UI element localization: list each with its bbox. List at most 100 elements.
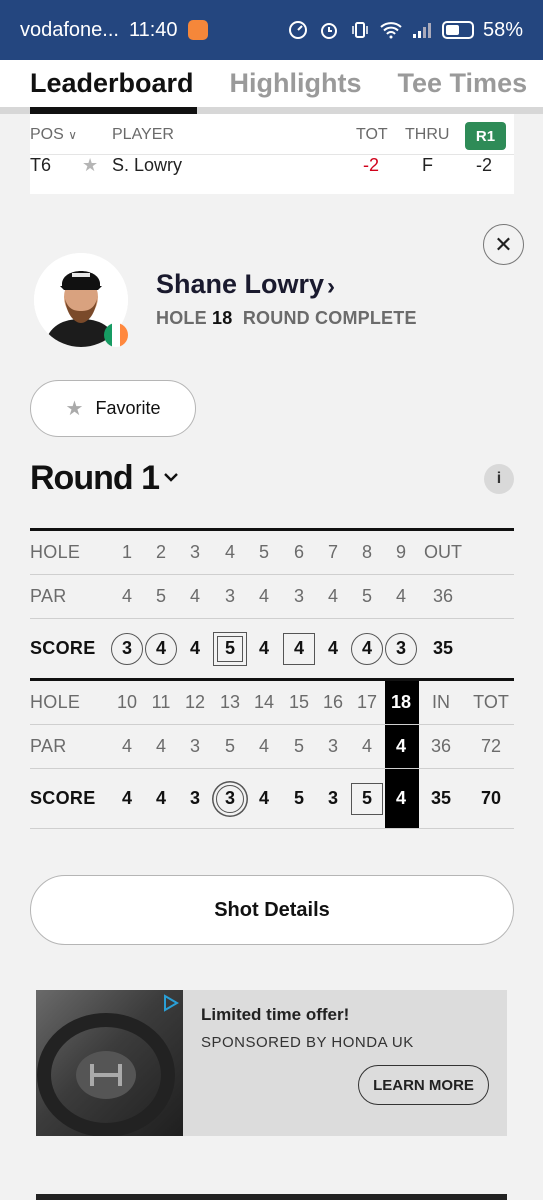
hole-number: 18 xyxy=(212,308,233,328)
status-bar: vodafone... 11:40 58% xyxy=(0,0,543,60)
position: T6 xyxy=(30,155,52,175)
hole-number: 9 xyxy=(395,542,406,562)
hole-number: 17 xyxy=(356,692,378,712)
bogey-score: 4 xyxy=(283,632,315,665)
shot-details-button[interactable]: Shot Details xyxy=(30,875,514,945)
score-label: SCORE xyxy=(30,788,96,808)
par-score: 4 xyxy=(258,788,269,808)
tab-bar: Leaderboard Highlights Tee Times xyxy=(0,60,543,114)
close-icon: ✕ xyxy=(494,231,513,257)
out-label: OUT xyxy=(424,542,462,562)
thru-value: F xyxy=(422,155,433,175)
signal-icon xyxy=(411,19,433,41)
ad-banner[interactable]: Limited time offer! SPONSORED BY HONDA U… xyxy=(36,990,507,1136)
tab-tee-times[interactable]: Tee Times xyxy=(398,60,528,114)
current-hole-number: 18 xyxy=(390,692,412,712)
info-icon[interactable]: i xyxy=(484,464,514,494)
tot-label: TOT xyxy=(473,692,509,712)
par-score: 4 xyxy=(395,788,406,808)
in-label: IN xyxy=(432,692,450,712)
hole-number: 2 xyxy=(155,542,166,562)
score-in-total: 35 xyxy=(430,788,452,808)
favorite-label: Favorite xyxy=(95,398,161,418)
par-value: 4 xyxy=(155,736,166,756)
par-value: 4 xyxy=(258,736,269,756)
table-row[interactable]: T6 ★ S. Lowry -2 F -2 xyxy=(30,154,514,194)
par-row: PAR 4 5 4 3 4 3 4 5 4 36 xyxy=(30,575,514,619)
hole-label: HOLE xyxy=(156,308,207,328)
par-value: 5 xyxy=(361,586,372,606)
par-value: 4 xyxy=(361,736,372,756)
hole-number: 1 xyxy=(121,542,132,562)
close-button[interactable]: ✕ xyxy=(483,224,524,265)
birdie-score: 3 xyxy=(111,632,143,665)
star-icon: ★ xyxy=(65,398,84,420)
par-value: 4 xyxy=(395,586,406,606)
tab-highlights[interactable]: Highlights xyxy=(230,60,362,114)
ad-image[interactable] xyxy=(36,990,183,1136)
par-value: 5 xyxy=(224,736,235,756)
hole-number: 3 xyxy=(189,542,200,562)
round-selector[interactable]: R1 xyxy=(465,122,506,150)
pos-sort-header[interactable]: POS ∨ xyxy=(30,126,77,144)
player-name-link[interactable]: Shane Lowry xyxy=(156,269,324,300)
bogey-score: 5 xyxy=(351,782,383,815)
par-score: 4 xyxy=(327,638,338,658)
par-in-total: 36 xyxy=(430,736,452,756)
par-value: 3 xyxy=(327,736,338,756)
hole-number: 13 xyxy=(219,692,241,712)
hole-number: 7 xyxy=(327,542,338,562)
hole-number: 15 xyxy=(288,692,310,712)
birdie-score: 3 xyxy=(385,632,417,665)
par-score: 3 xyxy=(327,788,338,808)
clock: 11:40 xyxy=(128,18,178,41)
score-label: SCORE xyxy=(30,638,96,658)
par-total: 72 xyxy=(480,736,502,756)
hole-number: 10 xyxy=(116,692,138,712)
scorecard-front-nine: HOLE 1 2 3 4 5 6 7 8 9 OUT PAR 4 5 4 3 4… xyxy=(30,528,514,679)
par-value: 3 xyxy=(224,586,235,606)
battery-percent: 58% xyxy=(482,18,523,41)
par-value: 3 xyxy=(293,586,304,606)
score-total: 70 xyxy=(480,788,502,808)
player-status: HOLE 18 ROUND COMPLETE xyxy=(156,308,417,329)
round-selector-title[interactable]: Round 1 xyxy=(30,459,160,498)
round-score: -2 xyxy=(476,155,493,175)
star-icon[interactable]: ★ xyxy=(82,155,98,175)
par-score: 4 xyxy=(258,638,269,658)
ireland-flag-icon xyxy=(104,323,128,347)
leaderboard-header: POS ∨ PLAYER TOT THRU R1 xyxy=(30,114,514,154)
score-row: SCORE 3 4 4 5 4 4 4 4 3 35 xyxy=(30,619,514,679)
favorite-button[interactable]: ★ Favorite xyxy=(30,380,196,437)
hole-number: 11 xyxy=(151,692,171,712)
hole-number: 14 xyxy=(253,692,275,712)
tab-leaderboard[interactable]: Leaderboard xyxy=(30,60,194,114)
par-row: PAR 4 4 3 5 4 5 3 4 4 36 72 xyxy=(30,725,514,769)
par-out-total: 36 xyxy=(432,586,454,606)
hole-number: 4 xyxy=(224,542,235,562)
hole-label: HOLE xyxy=(30,692,81,712)
par-score: 4 xyxy=(121,788,132,808)
double-bogey-score: 5 xyxy=(213,631,247,666)
ad-title: Limited time offer! xyxy=(201,1005,350,1024)
player-panel: ✕ Shane Lowry › HOLE 18 ROUND COMPLETE ★… xyxy=(0,207,543,1200)
adchoices-icon[interactable] xyxy=(162,994,180,1012)
hole-row: HOLE 10 11 12 13 14 15 16 17 18 IN TOT xyxy=(30,681,514,725)
par-label: PAR xyxy=(30,736,67,756)
player-header: PLAYER xyxy=(112,126,174,143)
par-value: 5 xyxy=(155,586,166,606)
par-score: 3 xyxy=(189,788,200,808)
score-out-total: 35 xyxy=(432,638,454,658)
carrier-label: vodafone... xyxy=(20,18,119,41)
ad-sponsor: SPONSORED BY HONDA UK xyxy=(201,1034,414,1051)
data-saver-icon xyxy=(287,19,309,41)
par-value: 4 xyxy=(395,736,406,756)
chevron-right-icon[interactable]: › xyxy=(327,273,335,301)
next-ad-edge xyxy=(36,1194,507,1200)
vibrate-icon xyxy=(349,19,371,41)
chevron-down-icon[interactable] xyxy=(163,469,179,485)
round-status: ROUND COMPLETE xyxy=(242,308,417,328)
battery-icon xyxy=(441,21,474,39)
par-score: 5 xyxy=(293,788,304,808)
learn-more-button[interactable]: LEARN MORE xyxy=(358,1065,489,1105)
